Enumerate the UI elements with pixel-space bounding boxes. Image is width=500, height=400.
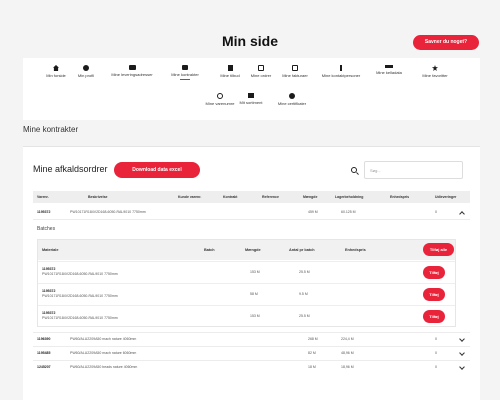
column-header[interactable]: Beskrivelse xyxy=(88,191,107,203)
download-excel-button[interactable]: Download data excel xyxy=(114,162,200,178)
item-description: PW60/ALU2209A50 beads nature 4060mm xyxy=(70,365,138,369)
batch-description: PW10171R184V2D168-6050-RAL9010 7750mm xyxy=(42,294,118,298)
add-batch-button[interactable]: Tilføj xyxy=(423,310,445,323)
item-number: 1245207 xyxy=(37,365,51,369)
item-number: 1196390 xyxy=(37,337,51,341)
item-stock: 48,96 M xyxy=(341,351,354,355)
column-header[interactable]: Lagerbeholdning xyxy=(335,191,363,203)
table-row[interactable]: 1195485 PW60/ALU2209A50 mach nature 6060… xyxy=(33,348,470,358)
nav-item-label: Mine kontaktpersoner xyxy=(321,73,361,78)
account-nav: Min forside Min profil Mine leveringsadr… xyxy=(23,58,480,120)
batch-row: 1195372 PW10171R184V2D168-6050-RAL9010 7… xyxy=(38,305,455,327)
item-number: 1195372 xyxy=(37,210,51,214)
chevron-down-icon[interactable] xyxy=(459,364,465,370)
batch-id: 1195372 xyxy=(42,311,56,315)
table-row[interactable]: 1195372 PW10171R184V2D168-6050-RAL9010 7… xyxy=(33,207,470,217)
invoice-icon xyxy=(292,65,298,71)
item-stock: 224,4 M xyxy=(341,337,354,341)
item-deliveries: 0 xyxy=(435,365,437,369)
item-description: PW10171R184V2D168-6050-RAL9010 7750mm xyxy=(70,210,146,214)
batches-table: Materiale Batch Mængde Antal pr batch En… xyxy=(37,239,456,327)
card-title: Mine afkaldsordrer xyxy=(33,164,108,174)
table-row[interactable]: 1245207 PW60/ALU2209A50 beads nature 406… xyxy=(33,362,470,372)
batch-count: 25.5 M xyxy=(299,314,310,318)
nav-item-favoritter[interactable]: Mine favoritter xyxy=(404,65,466,78)
item-quantity: 459 M xyxy=(308,210,318,214)
item-quantity: 18 M xyxy=(308,365,316,369)
column-header[interactable]: Kunde varenr. xyxy=(178,191,201,203)
list-icon xyxy=(248,93,254,98)
item-stock: 60.125 M xyxy=(341,210,356,214)
nav-item-label: Min profil xyxy=(77,73,95,78)
item-deliveries: 0 xyxy=(435,351,437,355)
nav-item-label: Mine leveringsadresser xyxy=(111,72,153,77)
batches-label: Batches xyxy=(37,226,56,232)
batch-row: 1195372 PW10171R184V2D168-6050-RAL9010 7… xyxy=(38,261,455,283)
add-all-button[interactable]: Tilføj alle xyxy=(423,243,454,256)
item-number: 1195485 xyxy=(37,351,51,355)
column-header[interactable]: Reference xyxy=(262,191,279,203)
column-header: Antal pr batch xyxy=(289,248,315,252)
item-deliveries: 0 xyxy=(435,337,437,341)
item-quantity: 268 M xyxy=(308,337,318,341)
active-indicator xyxy=(180,79,190,80)
orders-card: Mine afkaldsordrer Download data excel V… xyxy=(23,146,480,400)
table-header: Varenr. Beskrivelse Kunde varenr. Kontra… xyxy=(33,191,470,203)
batch-id: 1195372 xyxy=(42,267,56,271)
divider xyxy=(33,219,470,220)
column-header[interactable]: Udleveringer xyxy=(435,191,456,203)
column-header[interactable]: Enhedspris xyxy=(390,191,409,203)
item-description: PW60/ALU2209A50 mach nature 6060mm xyxy=(70,351,137,355)
item-description: PW60/ALU2209A50 mach nature 4060mm xyxy=(70,337,137,341)
nav-item-label: Mine kelladata xyxy=(376,70,402,75)
batch-quantity: 58 M xyxy=(250,292,258,296)
column-header: Batch xyxy=(204,248,215,252)
item-stock: 18,96 M xyxy=(341,365,354,369)
contact-icon xyxy=(340,65,342,71)
divider xyxy=(33,346,470,347)
batch-id: 1195372 xyxy=(42,289,56,293)
column-header[interactable]: Varenr. xyxy=(37,191,49,203)
help-button[interactable]: Savner du noget? xyxy=(413,35,479,50)
data-icon xyxy=(385,65,393,68)
batches-header: Materiale Batch Mængde Antal pr batch En… xyxy=(38,240,455,260)
nav-item-label: Mine fakturaer xyxy=(282,73,308,78)
star-icon xyxy=(432,65,438,71)
search-icon[interactable] xyxy=(351,167,357,173)
certificate-icon xyxy=(289,93,295,99)
chevron-down-icon[interactable] xyxy=(459,336,465,342)
batch-description: PW10171R184V2D168-6050-RAL9010 7750mm xyxy=(42,316,118,320)
column-header[interactable]: Kontrakt xyxy=(223,191,237,203)
column-header: Enhedspris xyxy=(345,248,366,252)
nav-item-label: Mine kontrakter xyxy=(171,72,199,77)
batch-quantity: 153 M xyxy=(250,270,260,274)
divider xyxy=(33,332,470,333)
chevron-down-icon[interactable] xyxy=(459,350,465,356)
nav-item-label: Mine certifikater xyxy=(277,101,307,106)
batch-row: 1195372 PW10171R184V2D168-6050-RAL9010 7… xyxy=(38,283,455,305)
column-header[interactable]: Mængde xyxy=(303,191,317,203)
section-title: Mine kontrakter xyxy=(23,125,79,134)
truck-icon xyxy=(128,65,136,70)
batch-quantity: 153 M xyxy=(250,314,260,318)
item-deliveries: 0 xyxy=(435,210,437,214)
column-header: Materiale xyxy=(42,248,59,252)
column-header: Mængde xyxy=(245,248,261,252)
item-quantity: 82 M xyxy=(308,351,316,355)
add-batch-button[interactable]: Tilføj xyxy=(423,266,445,279)
batch-description: PW10171R184V2D168-6050-RAL9010 7750mm xyxy=(42,272,118,276)
nav-item-label: Mine favoritter xyxy=(422,73,448,78)
table-row[interactable]: 1196390 PW60/ALU2209A50 mach nature 4060… xyxy=(33,334,470,344)
chevron-up-icon[interactable] xyxy=(459,211,465,217)
folder-icon xyxy=(182,65,188,70)
batch-count: 25.5 M xyxy=(299,270,310,274)
divider xyxy=(33,360,470,361)
nav-item-label: Mit sortiment xyxy=(239,100,263,105)
batch-count: 9.5 M xyxy=(299,292,308,296)
search-input[interactable] xyxy=(364,161,463,179)
nav-item-certifikater[interactable]: Mine certifikater xyxy=(261,93,323,106)
add-batch-button[interactable]: Tilføj xyxy=(423,288,445,301)
user-icon xyxy=(83,65,89,71)
